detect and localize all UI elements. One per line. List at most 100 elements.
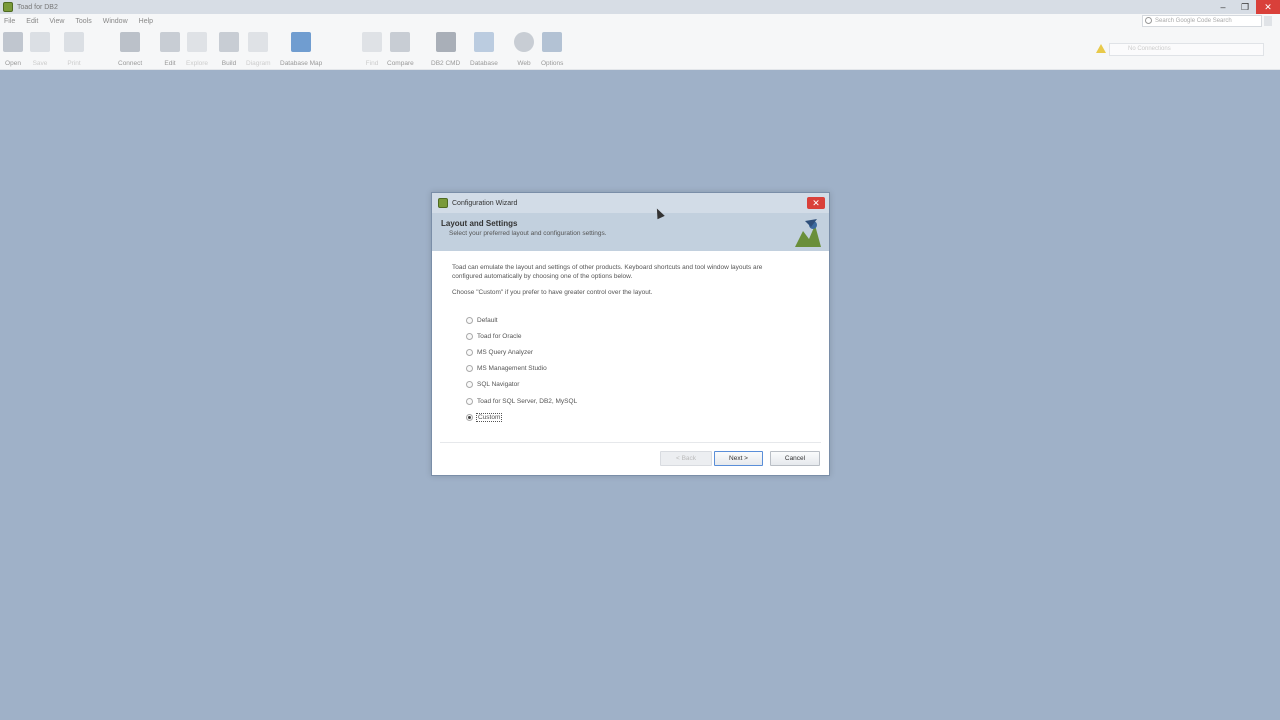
- toolbar-print-label: Print: [67, 60, 81, 67]
- minimize-button[interactable]: –: [1212, 0, 1234, 14]
- option-toad-for-sql-server-label: Toad for SQL Server, DB2, MySQL: [477, 397, 578, 405]
- option-ms-management-studio[interactable]: MS Management Studio: [466, 361, 829, 377]
- toolbar-compare-label: Compare: [387, 60, 414, 67]
- back-button[interactable]: < Back: [660, 451, 712, 466]
- radio-default[interactable]: [466, 316, 473, 324]
- menu-window[interactable]: Window: [103, 18, 128, 25]
- find-icon: [362, 32, 382, 52]
- toolbar-open-label: Open: [5, 60, 21, 67]
- toolbar-database-button[interactable]: Database: [470, 30, 498, 67]
- dialog-description: Toad can emulate the layout and settings…: [452, 264, 763, 280]
- toolbar-find-label: Find: [365, 60, 379, 67]
- search-input[interactable]: Search Google Code Search: [1142, 15, 1262, 27]
- option-ms-query-analyzer[interactable]: MS Query Analyzer: [466, 344, 829, 360]
- radio-toad-for-oracle[interactable]: [466, 332, 473, 340]
- toolbar-save-label: Save: [32, 60, 48, 67]
- window-title: Toad for DB2: [17, 3, 58, 11]
- connection-selector[interactable]: No Connections: [1109, 43, 1264, 56]
- option-default[interactable]: Default: [466, 312, 829, 328]
- toolbar-diagram-label: Diagram: [246, 60, 271, 67]
- edit-icon: [160, 32, 180, 52]
- connection-placeholder: No Connections: [1128, 46, 1171, 52]
- dialog-title: Configuration Wizard: [452, 199, 518, 207]
- option-custom[interactable]: Custom: [466, 409, 829, 425]
- toolbar-database-label: Database: [470, 60, 498, 67]
- dialog-description-custom: Choose "Custom" if you prefer to have gr…: [452, 289, 653, 296]
- menu-edit[interactable]: Edit: [26, 18, 38, 25]
- cancel-button[interactable]: Cancel: [770, 451, 820, 466]
- menu-bar: File Edit View Tools Window Help: [0, 14, 1280, 28]
- wizard-toad-icon: [795, 219, 821, 247]
- option-sql-navigator[interactable]: SQL Navigator: [466, 377, 829, 393]
- toolbar-edit-button[interactable]: Edit: [160, 30, 180, 67]
- layout-options: Default Toad for Oracle MS Query Analyze…: [466, 312, 829, 425]
- title-bar: Toad for DB2 – ❐ ✕: [0, 0, 1280, 14]
- toolbar-explore-button[interactable]: Explore: [186, 30, 208, 67]
- print-icon: [64, 32, 84, 52]
- toolbar-options-button[interactable]: Options: [541, 30, 563, 67]
- radio-toad-for-sql-server[interactable]: [466, 397, 473, 405]
- toolbar-open-button[interactable]: Open: [3, 30, 23, 67]
- dialog-separator: [440, 442, 821, 443]
- search-icon: [1145, 17, 1152, 24]
- db2-cmd-icon: [435, 32, 456, 52]
- toolbar-connect-button[interactable]: Connect: [118, 30, 142, 67]
- next-button[interactable]: Next >: [714, 451, 763, 466]
- toolbar-options-label: Options: [541, 60, 564, 67]
- dialog-title-bar: Configuration Wizard ✕: [432, 193, 829, 213]
- warning-icon: [1096, 44, 1106, 53]
- option-ms-management-studio-label: MS Management Studio: [477, 365, 547, 373]
- dialog-body: Toad can emulate the layout and settings…: [432, 251, 829, 425]
- restore-button[interactable]: ❐: [1234, 0, 1256, 14]
- toolbar-connect-label: Connect: [118, 60, 143, 67]
- toolbar-diagram-button[interactable]: Diagram: [246, 30, 271, 67]
- option-custom-label: Custom: [476, 412, 503, 422]
- search-placeholder: Search Google Code Search: [1155, 18, 1232, 24]
- dialog-header-title: Layout and Settings: [441, 219, 518, 228]
- toolbar-print-button[interactable]: Print: [64, 30, 84, 67]
- dialog-header: Layout and Settings Select your preferre…: [432, 213, 829, 251]
- options-icon: [542, 32, 563, 52]
- option-ms-query-analyzer-label: MS Query Analyzer: [477, 348, 533, 356]
- dialog-header-subtitle: Select your preferred layout and configu…: [449, 230, 607, 237]
- option-toad-for-sql-server[interactable]: Toad for SQL Server, DB2, MySQL: [466, 393, 829, 409]
- menu-help[interactable]: Help: [139, 18, 153, 25]
- menu-view[interactable]: View: [49, 18, 64, 25]
- toolbar-database-map-button[interactable]: Database Map: [280, 30, 322, 67]
- close-window-button[interactable]: ✕: [1256, 0, 1280, 14]
- option-toad-for-oracle[interactable]: Toad for Oracle: [466, 328, 829, 344]
- toolbar-edit-label: Edit: [164, 60, 176, 67]
- toolbar-database-map-label: Database Map: [280, 60, 323, 67]
- dialog-close-button[interactable]: ✕: [807, 197, 825, 209]
- app-icon: [3, 2, 13, 12]
- database-icon: [473, 32, 494, 52]
- toolbar-web-label: Web: [517, 60, 531, 67]
- toolbar-db2-cmd-button[interactable]: DB2 CMD: [431, 30, 460, 67]
- toolbar-db2-cmd-label: DB2 CMD: [431, 60, 461, 67]
- folder-icon: [3, 32, 23, 52]
- database-map-icon: [291, 32, 312, 52]
- toolbar-find-button[interactable]: Find: [362, 30, 382, 67]
- compare-icon: [390, 32, 411, 52]
- diagram-icon: [248, 32, 269, 52]
- toad-icon: [438, 198, 448, 208]
- radio-ms-query-analyzer[interactable]: [466, 348, 473, 356]
- save-icon: [30, 32, 50, 52]
- main-toolbar: Open Save Print Connect Edit Explore Bui…: [0, 28, 1280, 70]
- radio-ms-management-studio[interactable]: [466, 365, 473, 373]
- search-options-button[interactable]: [1264, 16, 1272, 26]
- radio-custom[interactable]: [466, 413, 473, 421]
- option-sql-navigator-label: SQL Navigator: [477, 381, 520, 389]
- build-icon: [219, 32, 239, 52]
- toolbar-build-button[interactable]: Build: [219, 30, 239, 67]
- toolbar-explore-label: Explore: [186, 60, 209, 67]
- radio-sql-navigator[interactable]: [466, 381, 473, 389]
- option-default-label: Default: [477, 316, 498, 324]
- menu-tools[interactable]: Tools: [75, 18, 91, 25]
- window-controls: – ❐ ✕: [1212, 0, 1280, 14]
- menu-file[interactable]: File: [4, 18, 15, 25]
- toolbar-web-button[interactable]: Web: [514, 30, 534, 67]
- toolbar-save-button[interactable]: Save: [30, 30, 50, 67]
- globe-icon: [514, 32, 534, 52]
- toolbar-compare-button[interactable]: Compare: [387, 30, 414, 67]
